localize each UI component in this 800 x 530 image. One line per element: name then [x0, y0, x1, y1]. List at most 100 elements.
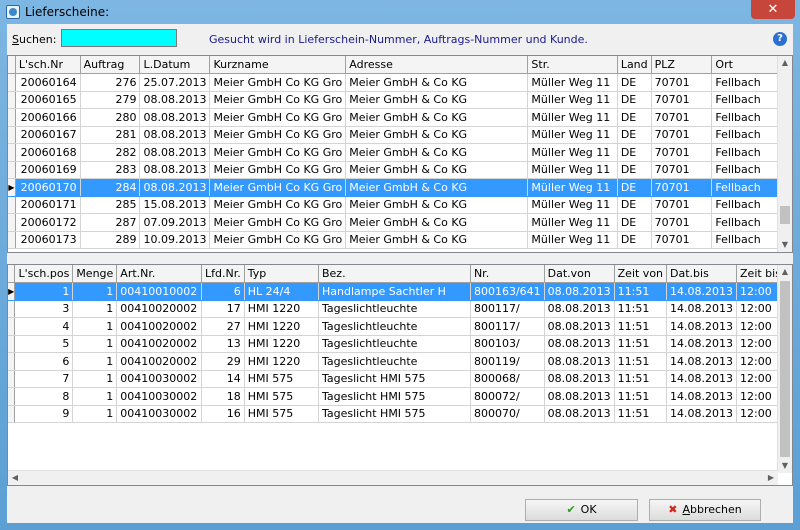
search-input[interactable] — [61, 29, 177, 47]
grid2-column-header-4[interactable]: Typ — [244, 265, 319, 283]
grid1-column-header-0[interactable]: L'sch.Nr — [15, 56, 81, 74]
table-row[interactable]: 20060167 281 08.08.2013 Meier GmbH Co KG Gr… — [8, 126, 792, 144]
ok-button[interactable]: ✔ OK — [525, 499, 638, 521]
table-cell: Tageslicht HMI 575 — [318, 370, 471, 388]
table-cell: 27 — [201, 317, 245, 336]
table-row[interactable]: 4 1 00410020002 27 HMI 1220 Tageslichtleuchte… — [8, 317, 792, 336]
scroll-thumb[interactable] — [780, 281, 790, 457]
table-cell: 14.08.2013 — [666, 370, 738, 388]
table-cell: 14.08.2013 — [666, 282, 738, 301]
table-row[interactable]: 8 1 00410030002 18 HMI 575 Tageslicht HMI 575… — [8, 387, 792, 406]
table-row[interactable]: 3 1 00410020002 17 HMI 1220 Tageslichtleuchte… — [8, 300, 792, 318]
table-cell: 16 — [201, 405, 245, 423]
scroll-thumb[interactable] — [780, 206, 790, 224]
close-button[interactable]: ✕ — [751, 0, 795, 19]
grid1-column-header-3[interactable]: Kurzname — [209, 56, 347, 74]
table-cell: Müller Weg 11 — [527, 91, 618, 109]
table-cell: 14.08.2013 — [666, 335, 738, 353]
table-cell: Fellbach — [711, 73, 785, 92]
scroll-up-icon[interactable]: ▲ — [778, 265, 792, 279]
scroll-down-icon[interactable]: ▼ — [778, 238, 792, 252]
grid2-column-header-5[interactable]: Bez. — [318, 265, 471, 283]
scroll-down-icon[interactable]: ▼ — [778, 459, 792, 473]
grid1-column-header-5[interactable]: Str. — [527, 56, 618, 74]
table-cell: 08.08.2013 — [544, 405, 615, 423]
table-row[interactable]: 20060171 285 15.08.2013 Meier GmbH Co KG Gr… — [8, 196, 792, 214]
table-cell: 6 — [201, 282, 245, 301]
positions-vscroll[interactable]: ▲ ▼ — [777, 265, 792, 473]
table-row[interactable]: 20060164 276 25.07.2013 Meier GmbH Co KG Gr… — [8, 73, 792, 92]
search-hint: Gesucht wird in Lieferschein-Nummer, Auf… — [209, 33, 588, 46]
cancel-button[interactable]: ✖ Abbrechen — [649, 499, 761, 521]
table-cell: 1 — [14, 282, 74, 301]
positions-hscroll[interactable]: ◀ ▶ — [8, 470, 778, 485]
table-cell: 800072/ — [470, 387, 545, 406]
grid2-column-header-6[interactable]: Nr. — [470, 265, 545, 283]
table-cell: HMI 1220 — [244, 317, 319, 336]
grid2-column-header-7[interactable]: Dat.von — [544, 265, 615, 283]
table-cell: 70701 — [651, 126, 713, 144]
table-cell: 800117/ — [470, 300, 545, 318]
table-row[interactable]: 20060172 287 07.09.2013 Meier GmbH Co KG Gr… — [8, 213, 792, 232]
table-cell: 00410010002 — [116, 282, 203, 301]
table-row[interactable]: 7 1 00410030002 14 HMI 575 Tageslicht HMI 575… — [8, 370, 792, 388]
table-cell: DE — [617, 108, 652, 127]
table-row[interactable]: 20060166 280 08.08.2013 Meier GmbH Co KG Gr… — [8, 108, 792, 127]
grid2-column-header-8[interactable]: Zeit von — [614, 265, 668, 283]
table-cell: 800070/ — [470, 405, 545, 423]
table-row[interactable]: ▶ 20060170 284 08.08.2013 Meier GmbH Co KG G… — [8, 178, 792, 197]
delivery-notes-vscroll[interactable]: ▲ ▼ — [777, 56, 792, 252]
help-icon[interactable]: ? — [773, 32, 787, 46]
table-cell: 280 — [80, 108, 141, 127]
table-cell: 11:51 — [614, 282, 668, 301]
table-row[interactable]: 20060165 279 08.08.2013 Meier GmbH Co KG Gr… — [8, 91, 792, 109]
table-cell: 00410020002 — [116, 352, 203, 371]
table-cell: Müller Weg 11 — [527, 143, 618, 162]
table-cell: 6 — [14, 352, 74, 371]
table-row[interactable]: 20060173 289 10.09.2013 Meier GmbH Co KG Gr… — [8, 231, 792, 249]
table-cell: 11:51 — [614, 317, 668, 336]
table-row[interactable]: 5 1 00410020002 13 HMI 1220 Tageslichtleuchte… — [8, 335, 792, 353]
grid1-column-header-6[interactable]: Land — [617, 56, 652, 74]
scroll-right-icon[interactable]: ▶ — [764, 471, 778, 485]
row-indicator — [8, 213, 16, 232]
table-cell: Müller Weg 11 — [527, 126, 618, 144]
table-cell: 08.08.2013 — [139, 108, 211, 127]
table-cell: 7 — [14, 370, 74, 388]
table-row[interactable]: ▶ 1 1 00410010002 6 HL 24/4 Handlampe Sachtler… — [8, 282, 792, 301]
row-indicator — [8, 300, 16, 318]
grid1-column-header-2[interactable]: L.Datum — [139, 56, 211, 74]
grid1-column-header-4[interactable]: Adresse — [345, 56, 529, 74]
table-cell: 1 — [72, 317, 118, 336]
table-cell: 285 — [80, 196, 141, 214]
grid2-column-header-0[interactable]: L'sch.pos — [14, 265, 74, 283]
app-icon — [6, 5, 20, 19]
grid1-column-header-1[interactable]: Auftrag — [80, 56, 141, 74]
grid2-column-header-1[interactable]: Menge — [72, 265, 118, 283]
grid2-column-header-2[interactable]: Art.Nr. — [116, 265, 203, 283]
scroll-left-icon[interactable]: ◀ — [8, 471, 22, 485]
grid1-column-header-8[interactable]: Ort — [711, 56, 785, 74]
grid2-column-header-3[interactable]: Lfd.Nr. — [201, 265, 245, 283]
delivery-notes-table: L'sch.Nr Auftrag L.Datum Kurzname Adresse Str… — [8, 56, 792, 249]
table-cell: Fellbach — [711, 213, 785, 232]
table-cell: Müller Weg 11 — [527, 213, 618, 232]
table-cell: 14.08.2013 — [666, 387, 738, 406]
table-row[interactable]: 9 1 00410030002 16 HMI 575 Tageslicht HMI 575… — [8, 405, 792, 423]
table-cell: 284 — [80, 178, 141, 197]
title-bar[interactable]: Lieferscheine: ✕ — [0, 0, 800, 24]
scroll-up-icon[interactable]: ▲ — [778, 56, 792, 70]
grid1-column-header-7[interactable]: PLZ — [651, 56, 713, 74]
table-row[interactable]: 20060168 282 08.08.2013 Meier GmbH Co KG Gr… — [8, 143, 792, 162]
row-indicator — [8, 73, 16, 92]
table-cell: 11:51 — [614, 335, 668, 353]
row-indicator — [8, 352, 16, 371]
table-cell: Fellbach — [711, 196, 785, 214]
table-cell: 13 — [201, 335, 245, 353]
table-row[interactable]: 6 1 00410020002 29 HMI 1220 Tageslichtleuchte… — [8, 352, 792, 371]
grid2-column-header-9[interactable]: Dat.bis — [666, 265, 738, 283]
table-cell: 289 — [80, 231, 141, 249]
row-indicator — [8, 317, 16, 336]
table-cell: Meier GmbH Co KG Gro — [209, 178, 347, 197]
table-row[interactable]: 20060169 283 08.08.2013 Meier GmbH Co KG Gr… — [8, 161, 792, 179]
